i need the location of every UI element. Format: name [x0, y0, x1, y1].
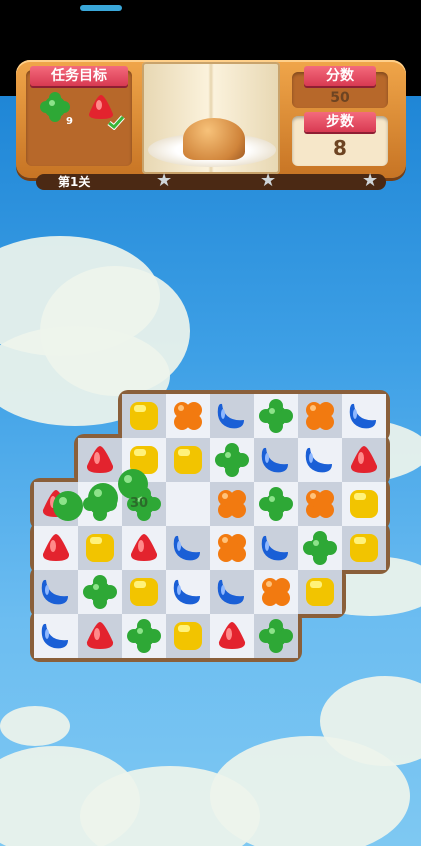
blue-candy-icon [217, 579, 244, 605]
board-cell[interactable] [342, 394, 386, 438]
yellow-candy-icon [130, 578, 158, 606]
green-candy-icon [303, 531, 337, 565]
blue-candy-icon [41, 623, 68, 649]
progress-fill [80, 5, 122, 11]
moves-title: 步数 [304, 112, 376, 132]
board-cell[interactable] [298, 394, 342, 438]
yellow-candy-icon [350, 534, 378, 562]
muffin-icon [183, 118, 245, 160]
red-candy-icon [218, 622, 246, 649]
blue-candy-icon [261, 535, 288, 561]
board-cell[interactable] [298, 526, 342, 570]
red-candy-icon [350, 446, 378, 473]
star-icon: ★ [260, 170, 277, 191]
goal-title: 任务目标 [30, 66, 128, 86]
red-candy-icon [130, 534, 158, 561]
board-cell[interactable] [210, 438, 254, 482]
board-cell[interactable] [166, 394, 210, 438]
score-title: 分数 [304, 66, 376, 86]
board-cell[interactable] [210, 482, 254, 526]
board-cell[interactable] [122, 614, 166, 658]
orange-candy-icon [262, 578, 290, 606]
board-cell[interactable] [342, 438, 386, 482]
cloud [0, 706, 70, 746]
orange-candy-icon [306, 402, 334, 430]
score-popup: 30 [130, 496, 149, 511]
star-icon: ★ [156, 170, 173, 191]
board-cell[interactable] [210, 526, 254, 570]
checkmark-icon [107, 115, 125, 130]
board-cell[interactable] [166, 570, 210, 614]
green-goal-count: 9 [66, 116, 73, 127]
board-cell[interactable] [254, 526, 298, 570]
yellow-candy-icon [306, 578, 334, 606]
board-cell[interactable] [210, 614, 254, 658]
board-cell[interactable] [122, 394, 166, 438]
orange-candy-icon [218, 534, 246, 562]
board-cell[interactable] [34, 614, 78, 658]
blue-candy-icon [349, 403, 376, 429]
red-candy-icon [42, 534, 70, 561]
board-cell[interactable] [342, 482, 386, 526]
board-cell[interactable] [166, 526, 210, 570]
board-cell[interactable] [298, 570, 342, 614]
board-cell[interactable] [254, 614, 298, 658]
blue-candy-icon [173, 579, 200, 605]
orange-candy-icon [174, 402, 202, 430]
blue-candy-icon [305, 447, 332, 473]
score-value: 50 [330, 90, 350, 106]
yellow-candy-icon [86, 534, 114, 562]
board-cell[interactable] [298, 482, 342, 526]
board-cell[interactable] [166, 614, 210, 658]
yellow-candy-icon [130, 402, 158, 430]
green-candy-icon [83, 575, 117, 609]
level-label: 第1关 [58, 175, 91, 189]
board-cell[interactable] [78, 526, 122, 570]
board-cell[interactable] [78, 570, 122, 614]
star-icon: ★ [362, 170, 379, 191]
board-cell[interactable] [254, 394, 298, 438]
green-candy-icon [127, 619, 161, 653]
orange-candy-icon [306, 490, 334, 518]
board-cell[interactable] [122, 526, 166, 570]
blue-candy-icon [217, 403, 244, 429]
board-cell[interactable] [254, 482, 298, 526]
blue-candy-icon [41, 579, 68, 605]
board-cell[interactable] [210, 394, 254, 438]
board-cell[interactable] [166, 482, 210, 526]
board-cell[interactable] [34, 570, 78, 614]
yellow-candy-icon [174, 446, 202, 474]
board-cell[interactable] [78, 614, 122, 658]
board-cell[interactable] [34, 526, 78, 570]
board-cell[interactable] [254, 438, 298, 482]
green-candy-icon [259, 619, 293, 653]
moves-value: 8 [333, 136, 347, 160]
green-candy-icon [259, 399, 293, 433]
yellow-candy-icon [350, 490, 378, 518]
yellow-candy-icon [174, 622, 202, 650]
blue-candy-icon [173, 535, 200, 561]
green-candy-icon [215, 443, 249, 477]
board-cell[interactable] [298, 438, 342, 482]
green-candy-icon [259, 487, 293, 521]
board-cell[interactable] [342, 526, 386, 570]
blue-candy-icon [261, 447, 288, 473]
board-cell[interactable] [166, 438, 210, 482]
red-candy-icon [86, 622, 114, 649]
orange-candy-icon [218, 490, 246, 518]
board-cell[interactable] [210, 570, 254, 614]
board-cell[interactable] [122, 570, 166, 614]
board-cell[interactable] [254, 570, 298, 614]
